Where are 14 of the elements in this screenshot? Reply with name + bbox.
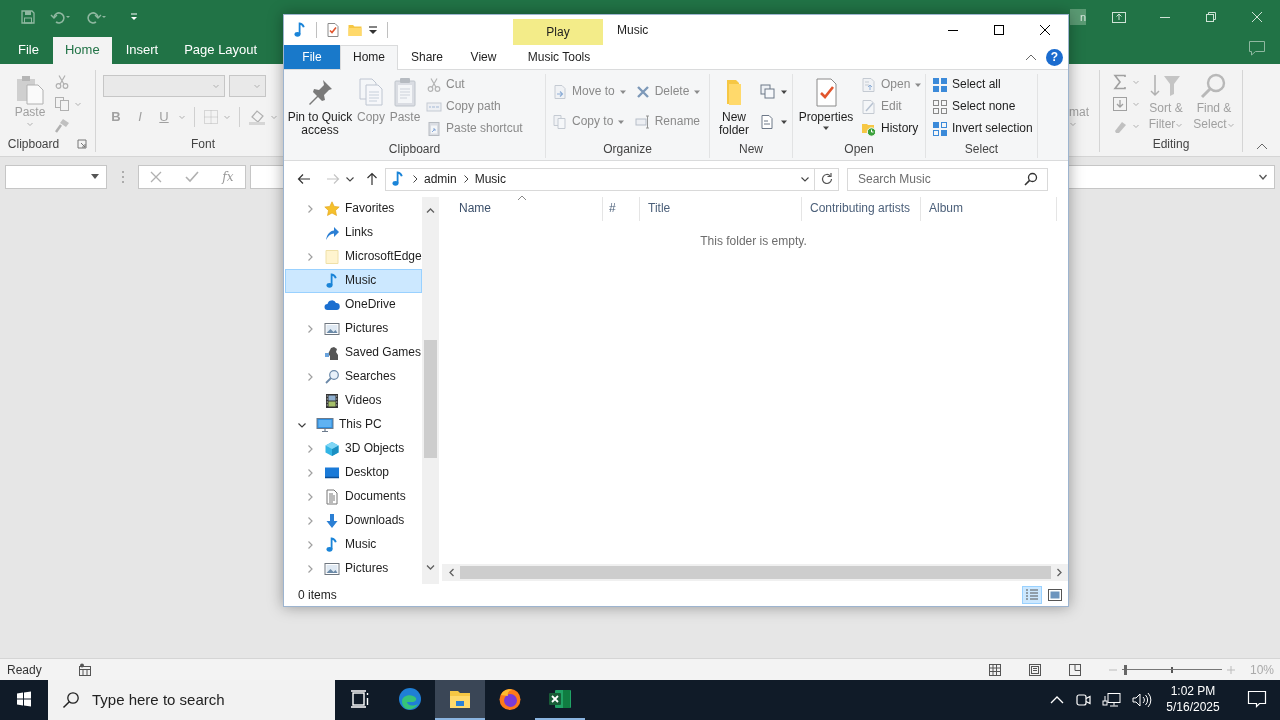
window-title: Music <box>617 22 649 39</box>
zoom-level: 10% <box>1249 661 1274 679</box>
group-label: Editing <box>1152 136 1190 153</box>
empty-message: This folder is empty. <box>699 233 808 250</box>
group-label: Organize <box>602 141 653 158</box>
status-text: 0 items <box>298 587 337 604</box>
group-label: New <box>738 141 764 158</box>
group-label: Clipboard <box>387 141 442 158</box>
group-label: Select <box>963 141 1000 158</box>
context-tab-header: Play <box>513 19 603 45</box>
group-label: Font <box>191 136 215 153</box>
group-label: Clipboard <box>7 136 60 153</box>
status-text: Ready <box>7 661 42 679</box>
group-label: Open <box>843 141 875 158</box>
